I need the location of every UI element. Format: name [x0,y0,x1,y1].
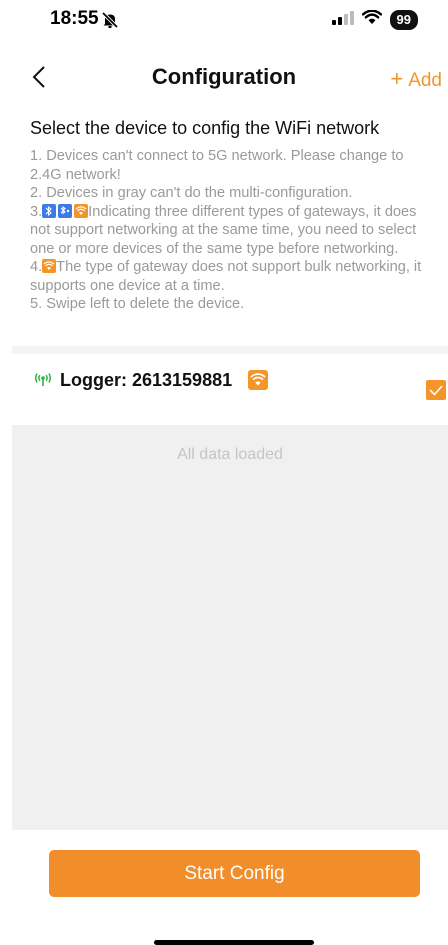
wifi-gateway-icon [42,259,57,273]
signal-antenna-icon [34,373,52,392]
check-icon [429,385,443,396]
instruction-4: 4. The type of gateway does not support b… [30,258,430,295]
cellular-signal-icon [331,10,354,30]
instruction-4-number: 4. [30,259,43,275]
battery-indicator: 99 [389,10,418,30]
add-button[interactable]: + Add [390,66,442,92]
device-list-area[interactable]: All data loaded [12,425,448,830]
instruction-1: 1. Devices can't connect to 5G network. … [30,148,404,183]
device-row[interactable]: Logger: 2613159881 [12,354,448,424]
instruction-2: 2. Devices in gray can't do the multi-co… [30,185,353,201]
nav-bar: Configuration + Add [0,56,448,98]
status-time: 18:55 [50,8,99,29]
wifi-gateway-icon [248,370,268,390]
status-right: 99 [331,9,418,30]
start-config-button[interactable]: Start Config [49,850,420,897]
bell-off-icon [101,11,119,34]
bluetooth-gateway-icon [42,203,57,218]
device-checkbox[interactable] [426,380,446,400]
divider [12,346,448,354]
page-title: Configuration [151,64,297,89]
status-bar: 18:55 99 [0,0,448,46]
section-title: Select the device to config the WiFi net… [30,118,380,138]
device-label: Logger: 2613159881 [60,370,233,390]
add-label: Add [408,70,442,91]
home-indicator [154,940,314,945]
instruction-3: 3. Indicating three different types of ga… [30,203,430,259]
instruction-5: 5. Swipe left to delete the device. [30,296,245,312]
instruction-4-text: The type of gateway does not support bul… [30,259,422,294]
instruction-3-number: 3. [30,203,43,220]
bluetooth-mesh-gateway-icon [58,203,73,218]
instructions: 1. Devices can't connect to 5G network. … [30,147,430,314]
plus-icon: + [390,66,404,91]
wifi-gateway-icon [74,203,89,218]
all-data-loaded-text: All data loaded [177,446,283,463]
wifi-status-icon [361,9,382,30]
